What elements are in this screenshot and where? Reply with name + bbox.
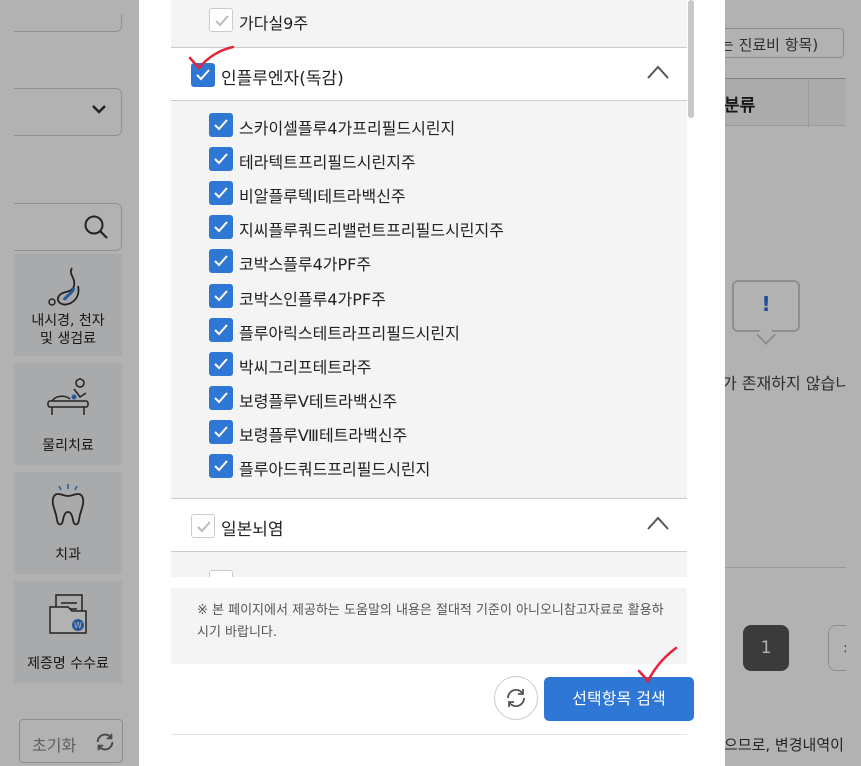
item-checkbox[interactable] xyxy=(209,570,233,577)
item-checkbox[interactable] xyxy=(209,283,233,308)
item-label[interactable]: 테라텍트프리필드시린지주 xyxy=(239,149,416,173)
group-label[interactable]: 인플루엔자(독감) xyxy=(221,64,344,89)
check-icon xyxy=(214,460,228,472)
check-icon xyxy=(214,358,228,370)
group-checkbox[interactable] xyxy=(191,514,215,538)
item-label[interactable]: 코박스인플루4가PF주 xyxy=(239,286,386,310)
item-checkbox[interactable] xyxy=(209,351,233,376)
item-checkbox[interactable] xyxy=(209,385,233,410)
item-checkbox[interactable] xyxy=(209,8,233,32)
previous-group-items: 가다실9주 xyxy=(171,0,687,47)
chevron-up-icon[interactable] xyxy=(647,65,669,79)
check-icon xyxy=(214,392,228,404)
item-checkbox[interactable] xyxy=(209,181,233,206)
chevron-up-icon[interactable] xyxy=(647,516,669,530)
influenza-items: 스카이셀플루4가프리필드시린지테라텍트프리필드시린지주비알플루텍I테트라백신주지… xyxy=(171,101,687,498)
item-label[interactable]: 스카이셀플루4가프리필드시린지 xyxy=(239,115,455,139)
item-label[interactable]: 지씨플루쿼드리밸런트프리필드시린지주 xyxy=(239,217,504,241)
refresh-button[interactable] xyxy=(494,676,538,720)
item-label[interactable]: 박씨그리프테트라주 xyxy=(239,354,371,378)
group-header-japanese-encephalitis[interactable]: 일본뇌염 xyxy=(171,498,687,552)
scrollbar-thumb[interactable] xyxy=(688,0,694,118)
item-checkbox[interactable] xyxy=(209,317,233,342)
check-icon xyxy=(214,289,228,301)
annotation-checkmark-icon xyxy=(188,45,235,70)
item-label[interactable]: 플루아드쿼드프리필드시린지 xyxy=(239,456,430,480)
check-icon xyxy=(214,119,228,131)
group-header-influenza[interactable]: 인플루엔자(독감) xyxy=(171,47,687,101)
item-label[interactable]: 코박스플루4가PF주 xyxy=(239,251,371,275)
check-icon xyxy=(214,323,228,336)
group-label[interactable]: 일본뇌염 xyxy=(221,515,284,540)
item-label[interactable]: 보령플루Ⅷ테트라백신주 xyxy=(239,422,407,446)
item-label[interactable]: 플루아릭스테트라프리필드시린지 xyxy=(239,320,460,344)
item-checkbox[interactable] xyxy=(209,113,233,137)
checklist-scroll-area[interactable]: 가다실9주 인플루엔자(독감) 스카이셀플루4가프리필드시린지테라텍트프리필드시… xyxy=(171,0,687,577)
check-icon xyxy=(214,221,228,233)
check-icon xyxy=(214,153,228,165)
item-checkbox[interactable] xyxy=(209,147,233,172)
refresh-icon xyxy=(507,688,525,708)
check-icon xyxy=(214,187,228,199)
item-checkbox[interactable] xyxy=(209,215,233,240)
item-checkbox[interactable] xyxy=(209,419,233,444)
check-icon xyxy=(215,15,229,27)
check-icon xyxy=(214,426,228,438)
item-checkbox[interactable] xyxy=(209,249,233,274)
item-label[interactable]: 보령플루Ⅴ테트라백신주 xyxy=(239,388,397,412)
annotation-checkmark-icon xyxy=(637,646,678,684)
japanese-encephalitis-items xyxy=(171,552,687,577)
help-notice: ※ 본 페이지에서 제공하는 도움말의 내용은 절대적 기준이 아니오니참고자료… xyxy=(171,588,687,664)
check-icon xyxy=(214,255,228,267)
item-checkbox[interactable] xyxy=(209,454,233,478)
item-label[interactable]: 비알플루텍I테트라백신주 xyxy=(239,183,406,207)
divider xyxy=(171,734,687,735)
check-icon xyxy=(197,521,211,533)
scrollbar[interactable] xyxy=(687,0,695,577)
item-label[interactable]: 가다실9주 xyxy=(239,10,308,34)
